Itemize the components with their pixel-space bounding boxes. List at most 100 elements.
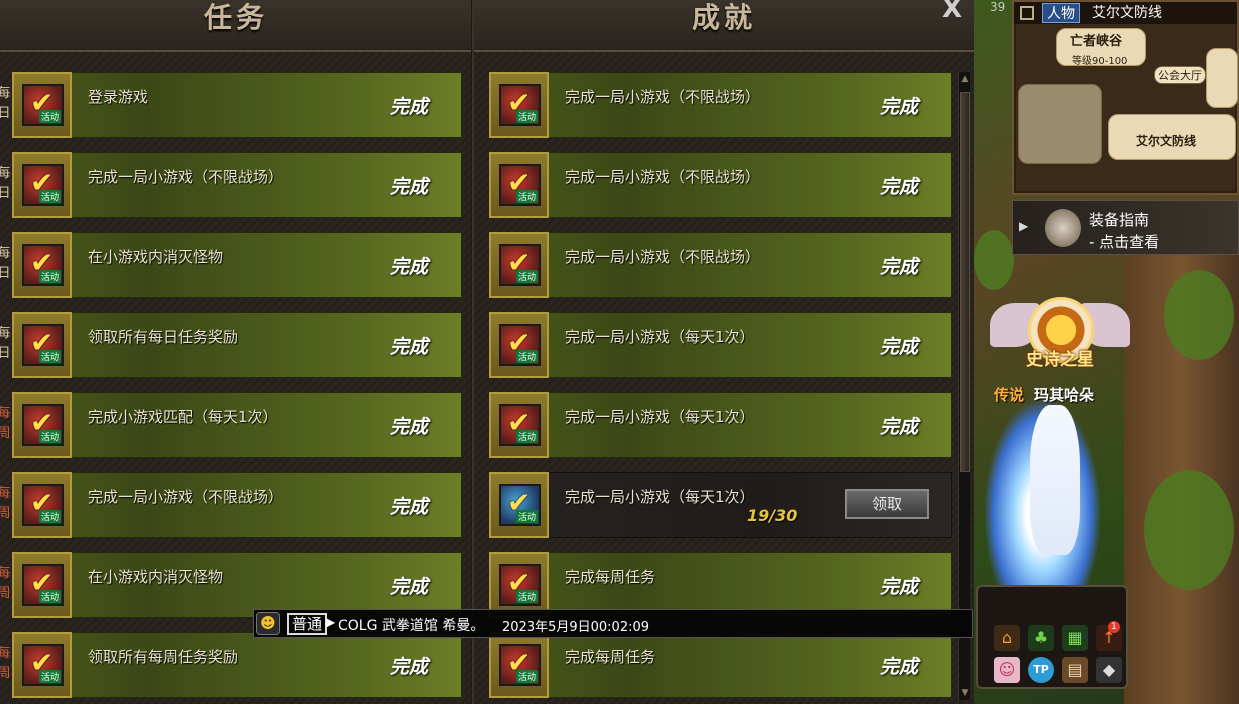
achievement-status: 完成 (879, 176, 918, 198)
task-row[interactable]: ✔ 活动 完成一局小游戏（不限战场） 完成 (12, 152, 462, 218)
task-cycle: 每周 (0, 646, 11, 681)
activity-tag: 活动 (515, 350, 538, 363)
task-cycle: 每周 (0, 486, 11, 521)
achievement-row[interactable]: ✔ 活动 完成一局小游戏（不限战场） 完成 (489, 232, 952, 298)
task-cycle: 每周 (0, 406, 11, 441)
activity-icon-frame: ✔ 活动 (499, 244, 541, 286)
activity-icon: ✔ 活动 (12, 392, 72, 458)
chat-timestamp: 2023年5月9日00:02:09 (502, 620, 650, 635)
claim-button[interactable]: 领取 (845, 489, 929, 519)
guild-hall-marker[interactable]: 公会大厅 (1154, 66, 1206, 84)
activity-icon-frame: ✔ 活动 (22, 244, 64, 286)
calendar-icon[interactable]: ▦ (1062, 625, 1088, 651)
achievement-label: 完成每周任务 (565, 648, 656, 666)
achievement-row[interactable]: ✔ 活动 完成一局小游戏（每天1次） 完成 (489, 392, 952, 458)
activity-icon: ✔ 活动 (489, 392, 549, 458)
minimap-toggle-icon[interactable] (1020, 6, 1034, 20)
epic-star-emblem: 史诗之星 (990, 295, 1130, 375)
chat-channel-badge[interactable]: 普通 (287, 613, 328, 635)
map-area (1018, 84, 1102, 164)
close-button[interactable]: X (942, 0, 962, 24)
tp-icon[interactable]: TP (1028, 657, 1054, 683)
activity-icon-frame: ✔ 活动 (499, 564, 541, 606)
activity-icon: ✔ 活动 (12, 632, 72, 698)
achievement-label: 完成一局小游戏（不限战场） (565, 168, 761, 186)
achievement-row[interactable]: ✔ 活动 完成一局小游戏（不限战场） 完成 (489, 152, 952, 218)
activity-tag: 活动 (38, 590, 61, 603)
task-label: 在小游戏内消灭怪物 (88, 248, 224, 266)
activity-icon-frame: ✔ 活动 (22, 404, 64, 446)
book-icon[interactable]: ▤ (1062, 657, 1088, 683)
activity-icon-frame: ✔ 活动 (22, 484, 64, 526)
achievement-label: 完成一局小游戏（不限战场） (565, 88, 761, 106)
tab-character[interactable]: 人物 (1042, 3, 1080, 23)
achievement-status: 完成 (879, 576, 918, 598)
minimap-tabs: 人物 艾尔文防线 (1014, 2, 1237, 24)
home-icon[interactable]: ⌂ (994, 625, 1020, 651)
achievement-row[interactable]: ✔ 活动 完成一局小游戏（每天1次） 19/30 领取 (489, 472, 952, 538)
task-cycle: 每日 (0, 86, 11, 121)
activity-icon: ✔ 活动 (12, 152, 72, 218)
activity-icon: ✔ 活动 (12, 552, 72, 618)
channel-number: 39 (990, 0, 1006, 14)
gem-icon[interactable]: ◆ (1096, 657, 1122, 683)
achievement-label: 完成一局小游戏（每天1次） (565, 408, 755, 426)
minimap-body[interactable]: 亡者峡谷 等级90-100 公会大厅 艾尔文防线 (1016, 24, 1238, 191)
activity-tag: 活动 (38, 510, 61, 523)
activity-tag: 活动 (38, 670, 61, 683)
task-status: 完成 (389, 336, 428, 358)
activity-icon-frame: ✔ 活动 (22, 564, 64, 606)
task-label: 登录游戏 (88, 88, 149, 106)
sprout-icon[interactable]: ♣ (1028, 625, 1054, 651)
emote-icon[interactable]: ☻ (256, 612, 280, 635)
task-cycle: 每周 (0, 566, 11, 601)
task-status: 完成 (389, 176, 428, 198)
task-label: 在小游戏内消灭怪物 (88, 568, 224, 586)
task-row[interactable]: ✔ 活动 在小游戏内消灭怪物 完成 (12, 232, 462, 298)
chat-bar[interactable]: ☻ 普通 ▶ COLG 武拳道馆 希曼。 2023年5月9日00:02:09 (253, 609, 973, 638)
achievement-row[interactable]: ✔ 活动 完成一局小游戏（每天1次） 完成 (489, 312, 952, 378)
minimap[interactable]: 人物 艾尔文防线 亡者峡谷 等级90-100 公会大厅 艾尔文防线 (1012, 0, 1239, 195)
activity-icon-frame: ✔ 活动 (22, 84, 64, 126)
scroll-down-icon[interactable]: ▼ (959, 686, 971, 700)
activity-icon: ✔ 活动 (12, 312, 72, 378)
achievement-row[interactable]: ✔ 活动 完成每周任务 完成 (489, 632, 952, 698)
achievement-label: 完成每周任务 (565, 568, 656, 586)
achievement-row[interactable]: ✔ 活动 完成一局小游戏（不限战场） 完成 (489, 72, 952, 138)
town-name: 艾尔文防线 (1136, 134, 1197, 148)
achievement-label: 完成一局小游戏（每天1次） (565, 488, 755, 506)
minimap-area-name: 艾尔文防线 (1092, 5, 1162, 21)
task-cycle: 每日 (0, 166, 11, 201)
task-row[interactable]: ✔ 活动 完成一局小游戏（不限战场） 完成 (12, 472, 462, 538)
guide-subtitle: - 点击查看 (1089, 233, 1160, 251)
achievement-scrollbar[interactable]: ▲ ▼ (958, 72, 970, 700)
activity-icon-frame: ✔ 活动 (499, 324, 541, 366)
tasks-header: 任务 (0, 0, 472, 52)
map-path (1206, 48, 1238, 108)
epic-title: 史诗之星 (1026, 350, 1094, 370)
scroll-up-icon[interactable]: ▲ (959, 72, 971, 86)
task-row[interactable]: ✔ 活动 领取所有每日任务奖励 完成 (12, 312, 462, 378)
guide-avatar-icon (1045, 209, 1081, 247)
leaves (974, 230, 1014, 290)
scroll-thumb[interactable] (960, 92, 970, 472)
activity-tag: 活动 (515, 590, 538, 603)
leaves (1164, 270, 1234, 360)
task-cycle: 每日 (0, 246, 11, 281)
activity-icon: ✔ 活动 (12, 232, 72, 298)
activity-tag: 活动 (515, 430, 538, 443)
equipment-guide[interactable]: ▶ 装备指南 - 点击查看 (1012, 200, 1239, 255)
achievement-status: 完成 (879, 336, 918, 358)
achievements-title: 成就 (691, 1, 756, 34)
avatar-icon[interactable]: ☺ (994, 657, 1020, 683)
task-row[interactable]: ✔ 活动 登录游戏 完成 (12, 72, 462, 138)
expand-arrow-icon[interactable]: ▶ (1019, 219, 1028, 233)
character-sprite[interactable] (1030, 405, 1080, 555)
activity-tag: 活动 (38, 430, 61, 443)
task-row[interactable]: ✔ 活动 领取所有每周任务奖励 完成 (12, 632, 462, 698)
activity-icon-frame: ✔ 活动 (22, 644, 64, 686)
task-row[interactable]: ✔ 活动 完成小游戏匹配（每天1次） 完成 (12, 392, 462, 458)
task-cycle: 每日 (0, 326, 11, 361)
task-label: 完成一局小游戏（不限战场） (88, 168, 284, 186)
activity-tag: 活动 (515, 670, 538, 683)
